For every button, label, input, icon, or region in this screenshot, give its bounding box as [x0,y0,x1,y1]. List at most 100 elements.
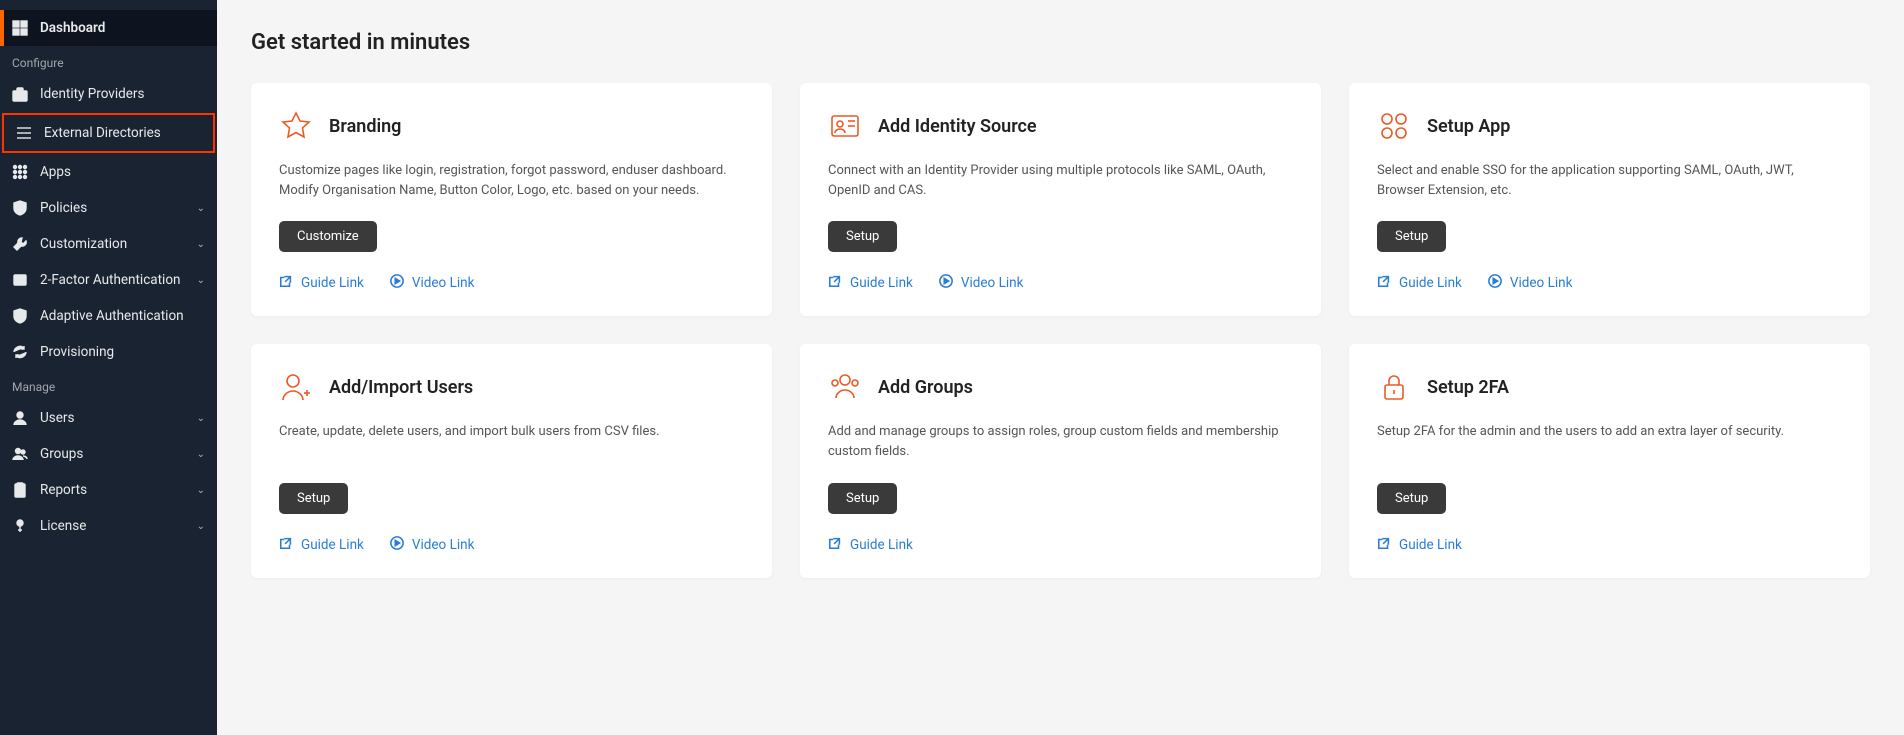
video-link[interactable]: Video Link [939,274,1024,292]
sidebar: Dashboard Configure Identity Providers E… [0,0,217,735]
card-branding: Branding Customize pages like login, reg… [251,83,772,316]
chevron-down-icon: ⌄ [197,239,205,250]
setup-button[interactable]: Setup [279,483,348,514]
group-icon [828,370,862,404]
sidebar-item-provisioning[interactable]: Provisioning [0,334,217,370]
sidebar-item-label: License [40,518,86,534]
sidebar-item-identity-providers[interactable]: Identity Providers [0,76,217,112]
chevron-down-icon: ⌄ [197,521,205,532]
idcard-icon [828,109,862,143]
guide-link[interactable]: Guide Link [1377,274,1462,292]
card-description: Create, update, delete users, and import… [279,422,744,462]
external-link-icon [1377,536,1391,554]
card-description: Customize pages like login, registration… [279,161,744,201]
user-icon [12,410,28,426]
card-title: Setup App [1427,116,1510,137]
sidebar-item-label: Provisioning [40,344,114,360]
external-link-icon [828,274,842,292]
shield-gear-icon [12,200,28,216]
chevron-down-icon: ⌄ [197,203,205,214]
card-links: Guide Link Video Link [1377,274,1842,292]
card-links: Guide Link Video Link [279,536,744,554]
chevron-down-icon: ⌄ [197,485,205,496]
video-link[interactable]: Video Link [390,536,475,554]
sync-icon [12,344,28,360]
chevron-down-icon: ⌄ [197,275,205,286]
sidebar-item-external-directories[interactable]: External Directories [2,113,215,153]
guide-link[interactable]: Guide Link [1377,536,1462,554]
card-add-groups: Add Groups Add and manage groups to assi… [800,344,1321,577]
card-title: Add Groups [878,377,973,398]
sidebar-item-license[interactable]: License ⌄ [0,508,217,544]
sidebar-item-policies[interactable]: Policies ⌄ [0,190,217,226]
wrench-icon [12,236,28,252]
video-link[interactable]: Video Link [390,274,475,292]
sidebar-item-label: Users [40,410,74,426]
sidebar-item-label: Adaptive Authentication [40,308,184,324]
play-icon [939,274,953,292]
card-add-identity-source: Add Identity Source Connect with an Iden… [800,83,1321,316]
card-setup-app: Setup App Select and enable SSO for the … [1349,83,1870,316]
external-link-icon [828,536,842,554]
guide-link[interactable]: Guide Link [828,536,913,554]
chevron-down-icon: ⌄ [197,413,205,424]
card-links: Guide Link Video Link [279,274,744,292]
sidebar-item-label: 2-Factor Authentication [40,272,180,288]
video-link[interactable]: Video Link [1488,274,1573,292]
card-setup-2fa: Setup 2FA Setup 2FA for the admin and th… [1349,344,1870,577]
apps-icon [1377,109,1411,143]
sidebar-item-reports[interactable]: Reports ⌄ [0,472,217,508]
sidebar-item-groups[interactable]: Groups ⌄ [0,436,217,472]
sidebar-item-label: Identity Providers [40,86,144,102]
card-description: Select and enable SSO for the applicatio… [1377,161,1842,201]
card-add-import-users: Add/Import Users Create, update, delete … [251,344,772,577]
setup-button[interactable]: Setup [828,221,897,252]
clipboard-icon [12,482,28,498]
sidebar-item-customization[interactable]: Customization ⌄ [0,226,217,262]
sidebar-item-dashboard[interactable]: Dashboard [0,10,217,46]
guide-link[interactable]: Guide Link [828,274,913,292]
sidebar-item-label: External Directories [44,125,161,141]
card-links: Guide Link [828,536,1293,554]
play-icon [390,536,404,554]
briefcase-icon [12,86,28,102]
user-plus-icon [279,370,313,404]
card-description: Add and manage groups to assign roles, g… [828,422,1293,462]
sidebar-section: Manage [0,370,217,400]
grid-icon [12,164,28,180]
users-icon [12,446,28,462]
external-link-icon [279,536,293,554]
sidebar-item-label: Customization [40,236,127,252]
main-content: Get started in minutes Branding Customiz… [217,0,1904,735]
svg-text:123: 123 [16,278,25,284]
customize-button[interactable]: Customize [279,221,377,252]
star-icon [279,109,313,143]
sidebar-item-label: Groups [40,446,83,462]
dashboard-icon [12,20,28,36]
key-icon [12,518,28,534]
card-links: Guide Link Video Link [828,274,1293,292]
badge-icon: 123 [12,272,28,288]
card-title: Setup 2FA [1427,377,1509,398]
card-title: Add/Import Users [329,377,473,398]
card-title: Add Identity Source [878,116,1037,137]
sidebar-item-label: Apps [40,164,71,180]
list-icon [16,125,32,141]
sidebar-item-users[interactable]: Users ⌄ [0,400,217,436]
sidebar-item-label: Reports [40,482,87,498]
chevron-down-icon: ⌄ [197,449,205,460]
sidebar-item-adaptive-authentication[interactable]: Adaptive Authentication [0,298,217,334]
sidebar-item-label: Policies [40,200,87,216]
setup-button[interactable]: Setup [828,483,897,514]
card-description: Setup 2FA for the admin and the users to… [1377,422,1842,462]
card-title: Branding [329,116,401,137]
card-description: Connect with an Identity Provider using … [828,161,1293,201]
external-link-icon [279,274,293,292]
guide-link[interactable]: Guide Link [279,274,364,292]
sidebar-item-apps[interactable]: Apps [0,154,217,190]
sidebar-item-2-factor-authentication[interactable]: 123 2-Factor Authentication ⌄ [0,262,217,298]
setup-button[interactable]: Setup [1377,221,1446,252]
guide-link[interactable]: Guide Link [279,536,364,554]
setup-button[interactable]: Setup [1377,483,1446,514]
sidebar-item-label: Dashboard [40,20,105,36]
